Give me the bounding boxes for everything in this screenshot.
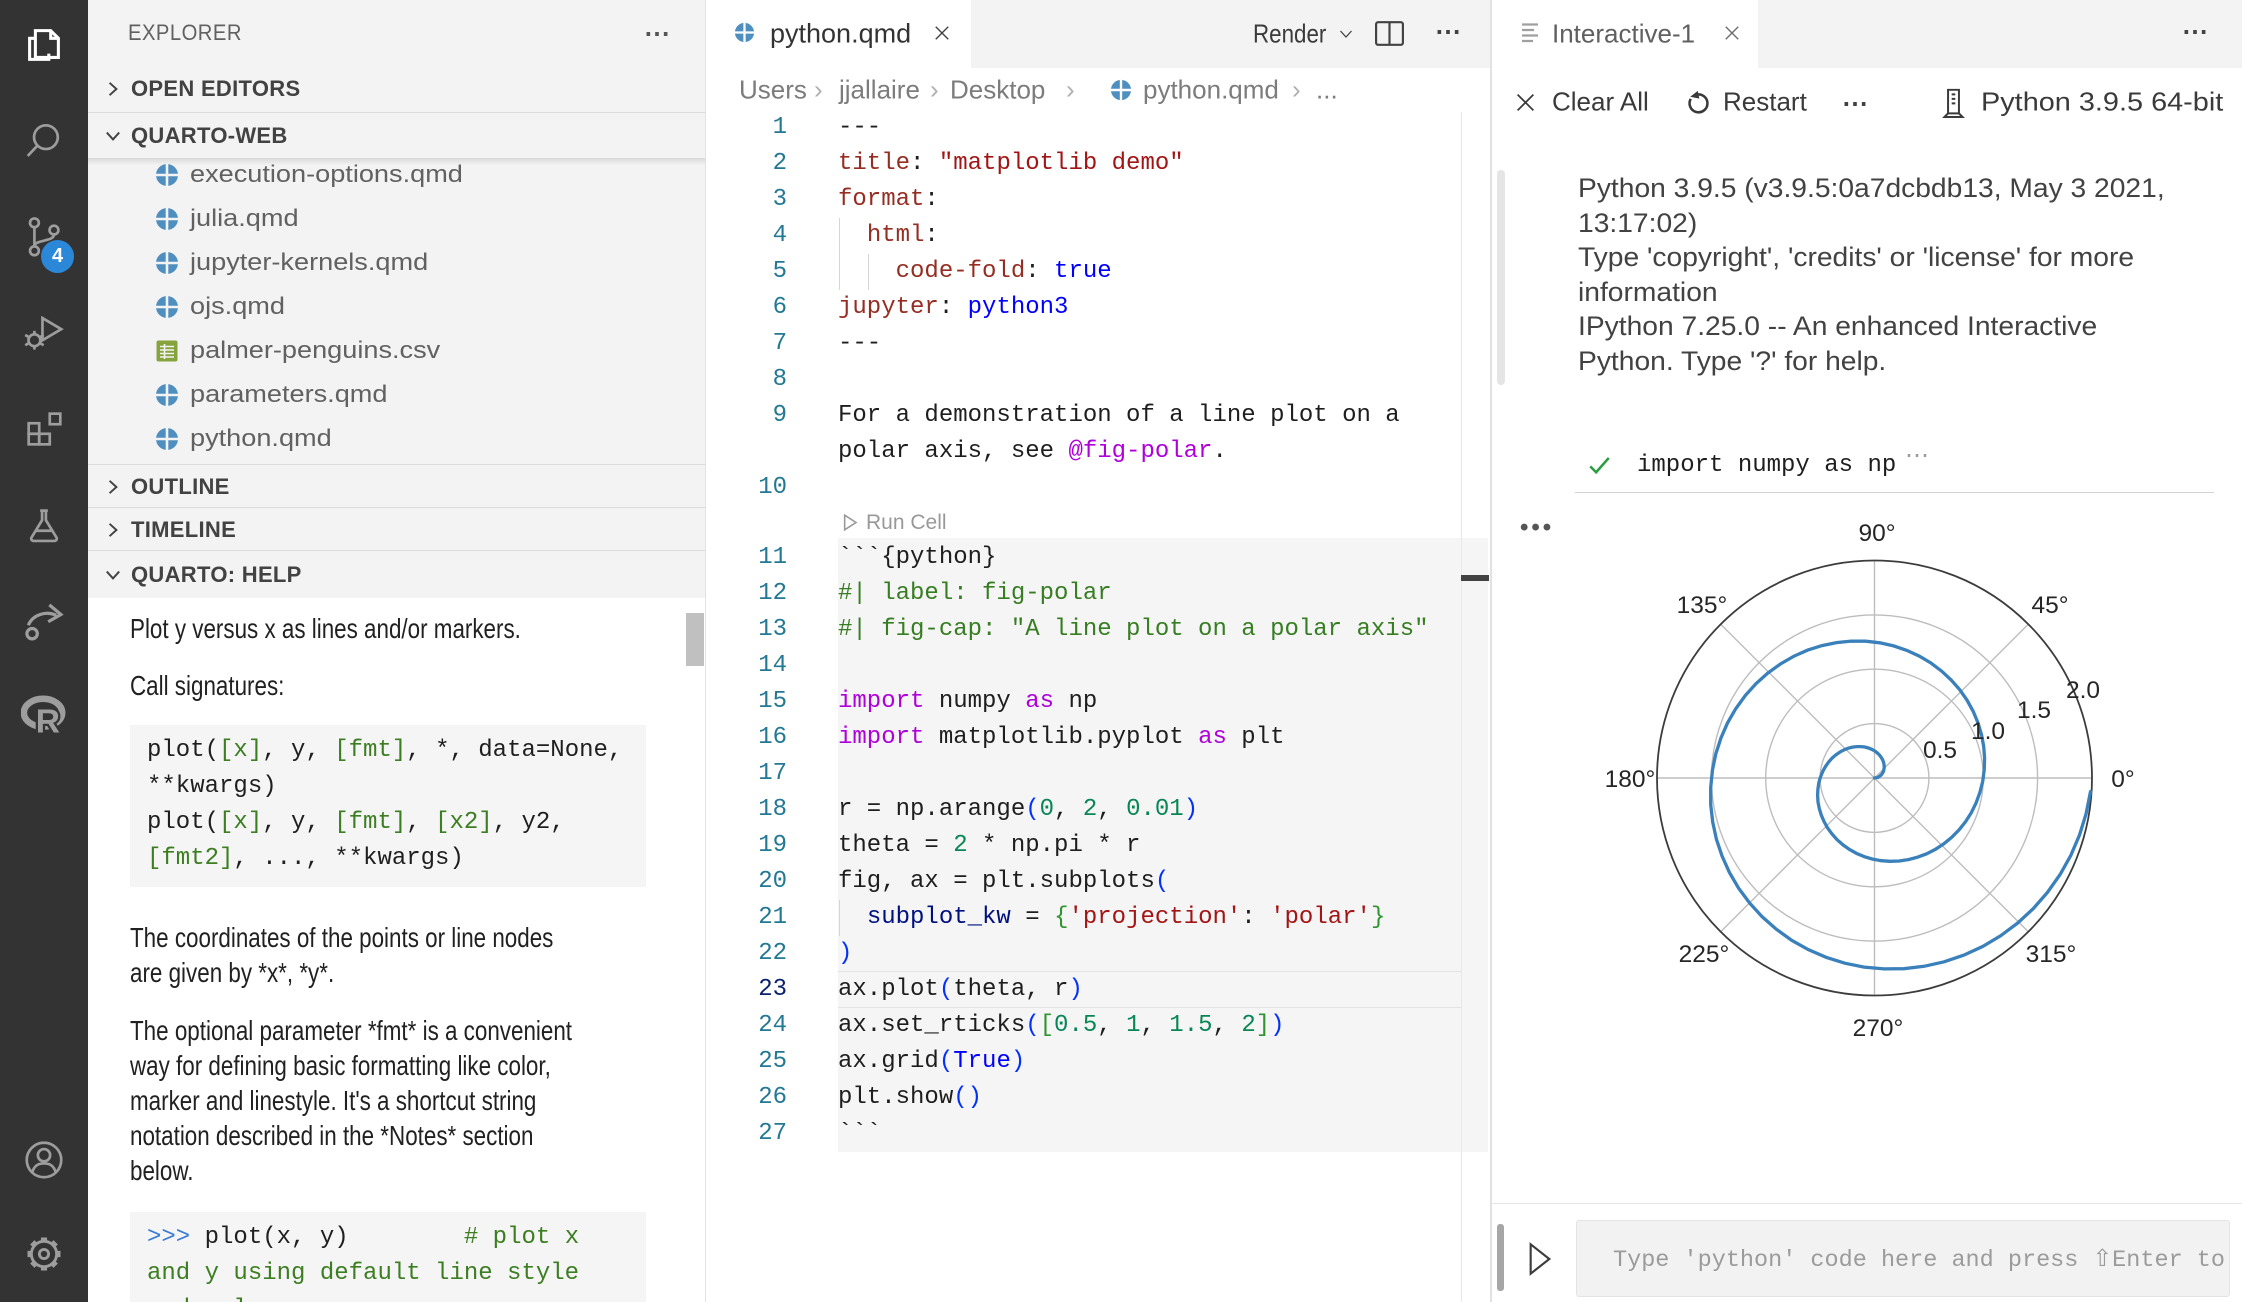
svg-text:0°: 0° (2111, 766, 2134, 793)
svg-text:90°: 90° (1858, 520, 1895, 547)
svg-text:1.0: 1.0 (1971, 718, 2005, 745)
svg-text:45°: 45° (2031, 592, 2068, 619)
svg-text:135°: 135° (1677, 592, 1728, 619)
svg-text:225°: 225° (1679, 941, 1730, 968)
svg-text:0.5: 0.5 (1923, 737, 1957, 764)
svg-text:270°: 270° (1853, 1015, 1904, 1042)
svg-text:315°: 315° (2026, 941, 2077, 968)
svg-text:R: R (36, 703, 60, 740)
svg-text:2.0: 2.0 (2066, 677, 2100, 704)
svg-text:1.5: 1.5 (2017, 697, 2051, 724)
svg-text:180°: 180° (1605, 766, 1656, 793)
